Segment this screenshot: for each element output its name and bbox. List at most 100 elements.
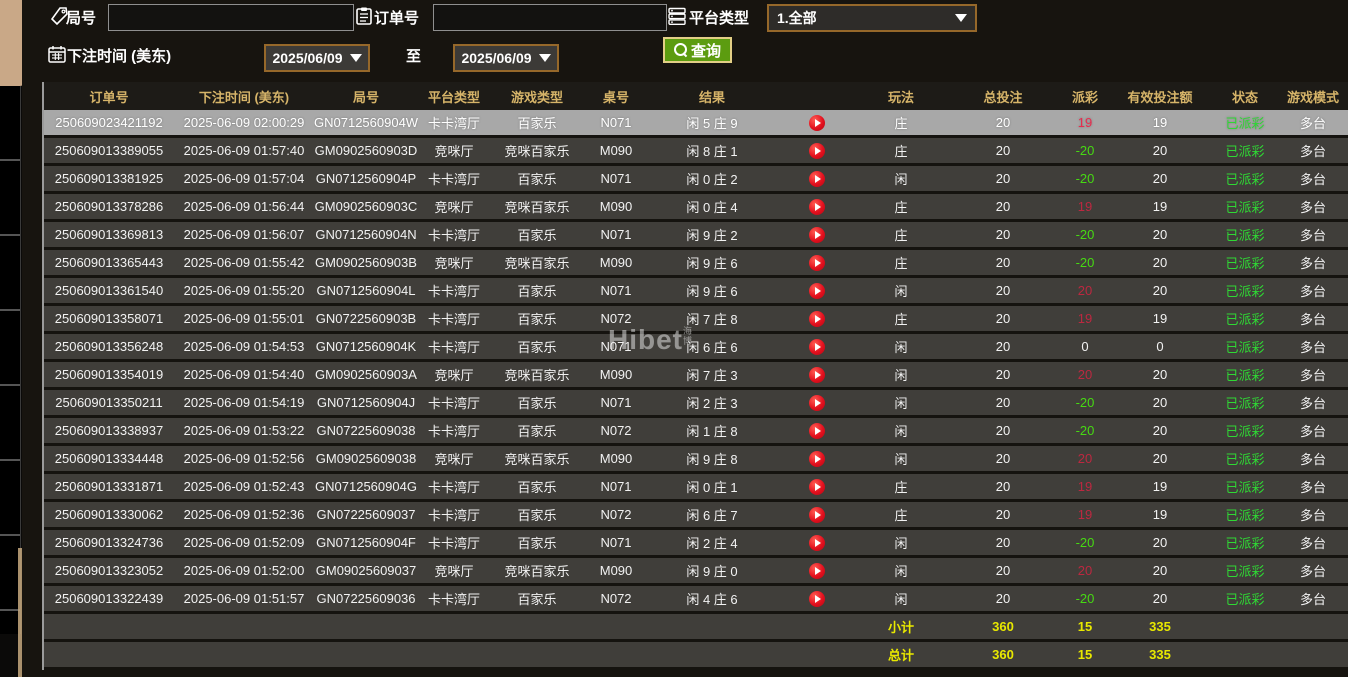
table-row[interactable]: 250609013369813 2025-06-09 01:56:07 GN07… bbox=[44, 222, 1348, 250]
cell-bet-type: 闲 bbox=[858, 533, 944, 552]
cell-table-number: N072 bbox=[584, 423, 648, 438]
play-icon[interactable] bbox=[809, 367, 825, 383]
cell-replay bbox=[776, 479, 858, 495]
cell-status: 已派彩 bbox=[1212, 337, 1278, 356]
cell-result: 闲 8 庄 1 bbox=[648, 141, 776, 160]
cell-total-bet: 20 bbox=[944, 115, 1062, 130]
cell-bet-type: 闲 bbox=[858, 281, 944, 300]
cell-table-number: M090 bbox=[584, 199, 648, 214]
cell-result: 闲 5 庄 9 bbox=[648, 113, 776, 132]
cell-bet-type: 庄 bbox=[858, 113, 944, 132]
cell-replay bbox=[776, 199, 858, 215]
table-row[interactable]: 250609013354019 2025-06-09 01:54:40 GM09… bbox=[44, 362, 1348, 390]
play-icon[interactable] bbox=[809, 143, 825, 159]
column-header: 总投注 bbox=[944, 87, 1062, 106]
cell-round-number: GN0712560904P bbox=[314, 171, 418, 186]
cell-total-bet: 20 bbox=[944, 423, 1062, 438]
play-icon[interactable] bbox=[809, 423, 825, 439]
cell-bet-time: 2025-06-09 02:00:29 bbox=[174, 115, 314, 130]
table-row[interactable]: 250609013338937 2025-06-09 01:53:22 GN07… bbox=[44, 418, 1348, 446]
cell-status: 已派彩 bbox=[1212, 533, 1278, 552]
column-header: 下注时间 (美东) bbox=[174, 87, 314, 106]
cell-game-mode: 多台 bbox=[1278, 225, 1348, 244]
cell-round-number: GN0712560904W bbox=[314, 115, 418, 130]
table-row[interactable]: 250609013324736 2025-06-09 01:52:09 GN07… bbox=[44, 530, 1348, 558]
date-from-picker[interactable]: 2025/06/09 bbox=[264, 44, 370, 72]
cell-total-bet: 20 bbox=[944, 563, 1062, 578]
cell-game-mode: 多台 bbox=[1278, 561, 1348, 580]
cell-total-bet: 20 bbox=[944, 171, 1062, 186]
cell-result: 闲 0 庄 2 bbox=[648, 169, 776, 188]
cell-game-type: 竞咪百家乐 bbox=[490, 449, 584, 468]
table-row[interactable]: 250609013334448 2025-06-09 01:52:56 GM09… bbox=[44, 446, 1348, 474]
play-icon[interactable] bbox=[809, 395, 825, 411]
clipboard-icon bbox=[354, 6, 374, 26]
cell-game-type: 竞咪百家乐 bbox=[490, 561, 584, 580]
query-button-label: 查询 bbox=[691, 40, 721, 61]
cell-result: 闲 9 庄 8 bbox=[648, 449, 776, 468]
table-row[interactable]: 250609013323052 2025-06-09 01:52:00 GM09… bbox=[44, 558, 1348, 586]
table-row[interactable]: 250609023421192 2025-06-09 02:00:29 GN07… bbox=[44, 110, 1348, 138]
date-to-value: 2025/06/09 bbox=[461, 50, 531, 66]
play-icon[interactable] bbox=[809, 255, 825, 271]
cell-order-number: 250609013358071 bbox=[44, 311, 174, 326]
table-row[interactable]: 250609013350211 2025-06-09 01:54:19 GN07… bbox=[44, 390, 1348, 418]
play-icon[interactable] bbox=[809, 563, 825, 579]
play-icon[interactable] bbox=[809, 115, 825, 131]
cell-round-number: GM09025609038 bbox=[314, 451, 418, 466]
bet-records-table: 订单号下注时间 (美东)局号平台类型游戏类型桌号结果玩法总投注派彩有效投注额状态… bbox=[42, 82, 1348, 670]
play-icon[interactable] bbox=[809, 283, 825, 299]
play-icon[interactable] bbox=[809, 339, 825, 355]
cell-result: 闲 0 庄 4 bbox=[648, 197, 776, 216]
cell-platform-type: 卡卡湾厅 bbox=[418, 505, 490, 524]
table-row[interactable]: 250609013389055 2025-06-09 01:57:40 GM09… bbox=[44, 138, 1348, 166]
platform-type-select[interactable]: 1.全部 bbox=[767, 4, 977, 32]
cell-game-mode: 多台 bbox=[1278, 141, 1348, 160]
summary-payout: 15 bbox=[1062, 647, 1108, 662]
play-icon[interactable] bbox=[809, 507, 825, 523]
cell-order-number: 250609013369813 bbox=[44, 227, 174, 242]
cell-table-number: M090 bbox=[584, 563, 648, 578]
cell-round-number: GM0902560903A bbox=[314, 367, 418, 382]
table-row[interactable]: 250609013331871 2025-06-09 01:52:43 GN07… bbox=[44, 474, 1348, 502]
cell-platform-type: 卡卡湾厅 bbox=[418, 393, 490, 412]
query-button[interactable]: 查询 bbox=[663, 37, 732, 63]
round-number-input[interactable] bbox=[108, 4, 354, 31]
cell-replay bbox=[776, 171, 858, 187]
cell-game-type: 百家乐 bbox=[490, 589, 584, 608]
cell-bet-type: 闲 bbox=[858, 337, 944, 356]
table-row[interactable]: 250609013330062 2025-06-09 01:52:36 GN07… bbox=[44, 502, 1348, 530]
play-icon[interactable] bbox=[809, 479, 825, 495]
cell-platform-type: 竞咪厅 bbox=[418, 197, 490, 216]
cell-payout: 20 bbox=[1062, 283, 1108, 298]
play-icon[interactable] bbox=[809, 311, 825, 327]
cell-bet-type: 庄 bbox=[858, 477, 944, 496]
date-to-picker[interactable]: 2025/06/09 bbox=[453, 44, 559, 72]
cell-payout: 20 bbox=[1062, 563, 1108, 578]
play-icon[interactable] bbox=[809, 535, 825, 551]
table-row[interactable]: 250609013378286 2025-06-09 01:56:44 GM09… bbox=[44, 194, 1348, 222]
play-icon[interactable] bbox=[809, 591, 825, 607]
table-row[interactable]: 250609013381925 2025-06-09 01:57:04 GN07… bbox=[44, 166, 1348, 194]
play-icon[interactable] bbox=[809, 227, 825, 243]
cell-platform-type: 竞咪厅 bbox=[418, 365, 490, 384]
cell-game-type: 百家乐 bbox=[490, 309, 584, 328]
cell-valid-bet: 19 bbox=[1108, 507, 1212, 522]
cell-game-mode: 多台 bbox=[1278, 449, 1348, 468]
cell-round-number: GN0712560904K bbox=[314, 339, 418, 354]
table-row[interactable]: 250609013358071 2025-06-09 01:55:01 GN07… bbox=[44, 306, 1348, 334]
cell-total-bet: 20 bbox=[944, 199, 1062, 214]
table-row[interactable]: 250609013322439 2025-06-09 01:51:57 GN07… bbox=[44, 586, 1348, 614]
table-row[interactable]: 250609013361540 2025-06-09 01:55:20 GN07… bbox=[44, 278, 1348, 306]
column-header: 派彩 bbox=[1062, 87, 1108, 106]
table-row[interactable]: 250609013365443 2025-06-09 01:55:42 GM09… bbox=[44, 250, 1348, 278]
play-icon[interactable] bbox=[809, 171, 825, 187]
play-icon[interactable] bbox=[809, 451, 825, 467]
cell-valid-bet: 20 bbox=[1108, 143, 1212, 158]
cell-order-number: 250609013354019 bbox=[44, 367, 174, 382]
order-number-input[interactable] bbox=[433, 4, 667, 31]
play-icon[interactable] bbox=[809, 199, 825, 215]
table-row[interactable]: 250609013356248 2025-06-09 01:54:53 GN07… bbox=[44, 334, 1348, 362]
cell-platform-type: 卡卡湾厅 bbox=[418, 533, 490, 552]
cell-round-number: GM0902560903D bbox=[314, 143, 418, 158]
